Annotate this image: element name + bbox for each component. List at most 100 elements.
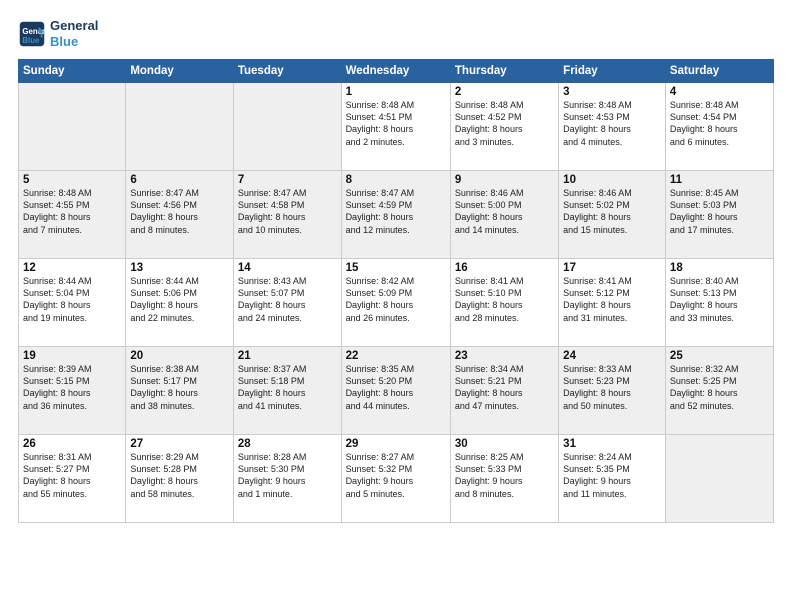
calendar-cell: 29Sunrise: 8:27 AM Sunset: 5:32 PM Dayli… [341,435,450,523]
day-info: Sunrise: 8:47 AM Sunset: 4:58 PM Dayligh… [238,187,337,236]
day-info: Sunrise: 8:34 AM Sunset: 5:21 PM Dayligh… [455,363,554,412]
day-number: 19 [23,350,121,362]
page: General Blue General Blue SundayMondayTu… [0,0,792,612]
day-info: Sunrise: 8:41 AM Sunset: 5:12 PM Dayligh… [563,275,661,324]
calendar-cell [233,83,341,171]
weekday-header-row: SundayMondayTuesdayWednesdayThursdayFrid… [19,60,774,83]
day-number: 13 [130,262,229,274]
day-number: 29 [346,438,446,450]
weekday-tuesday: Tuesday [233,60,341,83]
day-number: 24 [563,350,661,362]
calendar-cell: 30Sunrise: 8:25 AM Sunset: 5:33 PM Dayli… [450,435,558,523]
day-info: Sunrise: 8:37 AM Sunset: 5:18 PM Dayligh… [238,363,337,412]
day-info: Sunrise: 8:32 AM Sunset: 5:25 PM Dayligh… [670,363,769,412]
day-number: 11 [670,174,769,186]
calendar-week-3: 12Sunrise: 8:44 AM Sunset: 5:04 PM Dayli… [19,259,774,347]
calendar-cell: 1Sunrise: 8:48 AM Sunset: 4:51 PM Daylig… [341,83,450,171]
day-number: 21 [238,350,337,362]
day-number: 18 [670,262,769,274]
day-number: 5 [23,174,121,186]
svg-text:Blue: Blue [22,35,40,44]
day-info: Sunrise: 8:24 AM Sunset: 5:35 PM Dayligh… [563,451,661,500]
calendar-table: SundayMondayTuesdayWednesdayThursdayFrid… [18,59,774,523]
calendar-cell: 31Sunrise: 8:24 AM Sunset: 5:35 PM Dayli… [559,435,666,523]
calendar-cell: 7Sunrise: 8:47 AM Sunset: 4:58 PM Daylig… [233,171,341,259]
calendar-cell: 5Sunrise: 8:48 AM Sunset: 4:55 PM Daylig… [19,171,126,259]
calendar-cell: 13Sunrise: 8:44 AM Sunset: 5:06 PM Dayli… [126,259,234,347]
calendar-cell: 11Sunrise: 8:45 AM Sunset: 5:03 PM Dayli… [665,171,773,259]
day-number: 7 [238,174,337,186]
day-info: Sunrise: 8:48 AM Sunset: 4:52 PM Dayligh… [455,99,554,148]
day-number: 9 [455,174,554,186]
day-info: Sunrise: 8:29 AM Sunset: 5:28 PM Dayligh… [130,451,229,500]
day-info: Sunrise: 8:31 AM Sunset: 5:27 PM Dayligh… [23,451,121,500]
day-info: Sunrise: 8:41 AM Sunset: 5:10 PM Dayligh… [455,275,554,324]
day-info: Sunrise: 8:48 AM Sunset: 4:53 PM Dayligh… [563,99,661,148]
logo: General Blue General Blue [18,18,98,49]
day-number: 3 [563,86,661,98]
weekday-thursday: Thursday [450,60,558,83]
day-info: Sunrise: 8:47 AM Sunset: 4:59 PM Dayligh… [346,187,446,236]
day-info: Sunrise: 8:48 AM Sunset: 4:55 PM Dayligh… [23,187,121,236]
calendar-cell: 26Sunrise: 8:31 AM Sunset: 5:27 PM Dayli… [19,435,126,523]
weekday-saturday: Saturday [665,60,773,83]
calendar-week-1: 1Sunrise: 8:48 AM Sunset: 4:51 PM Daylig… [19,83,774,171]
calendar-cell: 15Sunrise: 8:42 AM Sunset: 5:09 PM Dayli… [341,259,450,347]
day-number: 15 [346,262,446,274]
calendar-cell: 23Sunrise: 8:34 AM Sunset: 5:21 PM Dayli… [450,347,558,435]
day-number: 25 [670,350,769,362]
day-info: Sunrise: 8:27 AM Sunset: 5:32 PM Dayligh… [346,451,446,500]
day-number: 14 [238,262,337,274]
day-info: Sunrise: 8:28 AM Sunset: 5:30 PM Dayligh… [238,451,337,500]
day-info: Sunrise: 8:46 AM Sunset: 5:02 PM Dayligh… [563,187,661,236]
calendar-cell [126,83,234,171]
day-info: Sunrise: 8:35 AM Sunset: 5:20 PM Dayligh… [346,363,446,412]
day-info: Sunrise: 8:43 AM Sunset: 5:07 PM Dayligh… [238,275,337,324]
logo-icon: General Blue [18,20,46,48]
day-info: Sunrise: 8:46 AM Sunset: 5:00 PM Dayligh… [455,187,554,236]
calendar-cell: 20Sunrise: 8:38 AM Sunset: 5:17 PM Dayli… [126,347,234,435]
calendar-cell: 25Sunrise: 8:32 AM Sunset: 5:25 PM Dayli… [665,347,773,435]
weekday-monday: Monday [126,60,234,83]
day-info: Sunrise: 8:44 AM Sunset: 5:06 PM Dayligh… [130,275,229,324]
calendar-cell: 8Sunrise: 8:47 AM Sunset: 4:59 PM Daylig… [341,171,450,259]
day-number: 22 [346,350,446,362]
day-number: 8 [346,174,446,186]
day-number: 2 [455,86,554,98]
weekday-wednesday: Wednesday [341,60,450,83]
calendar-cell [665,435,773,523]
calendar-cell: 22Sunrise: 8:35 AM Sunset: 5:20 PM Dayli… [341,347,450,435]
calendar-cell: 9Sunrise: 8:46 AM Sunset: 5:00 PM Daylig… [450,171,558,259]
calendar-cell: 16Sunrise: 8:41 AM Sunset: 5:10 PM Dayli… [450,259,558,347]
calendar-cell: 19Sunrise: 8:39 AM Sunset: 5:15 PM Dayli… [19,347,126,435]
day-info: Sunrise: 8:39 AM Sunset: 5:15 PM Dayligh… [23,363,121,412]
calendar-cell: 27Sunrise: 8:29 AM Sunset: 5:28 PM Dayli… [126,435,234,523]
day-info: Sunrise: 8:40 AM Sunset: 5:13 PM Dayligh… [670,275,769,324]
day-number: 10 [563,174,661,186]
calendar-cell: 2Sunrise: 8:48 AM Sunset: 4:52 PM Daylig… [450,83,558,171]
day-number: 1 [346,86,446,98]
calendar-cell: 3Sunrise: 8:48 AM Sunset: 4:53 PM Daylig… [559,83,666,171]
calendar-cell: 12Sunrise: 8:44 AM Sunset: 5:04 PM Dayli… [19,259,126,347]
day-info: Sunrise: 8:25 AM Sunset: 5:33 PM Dayligh… [455,451,554,500]
weekday-friday: Friday [559,60,666,83]
day-number: 16 [455,262,554,274]
calendar-cell: 4Sunrise: 8:48 AM Sunset: 4:54 PM Daylig… [665,83,773,171]
day-number: 17 [563,262,661,274]
day-number: 27 [130,438,229,450]
logo-general: General [50,18,98,34]
day-info: Sunrise: 8:48 AM Sunset: 4:54 PM Dayligh… [670,99,769,148]
day-number: 4 [670,86,769,98]
day-info: Sunrise: 8:38 AM Sunset: 5:17 PM Dayligh… [130,363,229,412]
calendar-cell: 6Sunrise: 8:47 AM Sunset: 4:56 PM Daylig… [126,171,234,259]
day-number: 20 [130,350,229,362]
calendar-week-5: 26Sunrise: 8:31 AM Sunset: 5:27 PM Dayli… [19,435,774,523]
calendar-cell: 14Sunrise: 8:43 AM Sunset: 5:07 PM Dayli… [233,259,341,347]
calendar-cell: 21Sunrise: 8:37 AM Sunset: 5:18 PM Dayli… [233,347,341,435]
day-number: 12 [23,262,121,274]
header: General Blue General Blue [18,18,774,49]
day-number: 6 [130,174,229,186]
day-info: Sunrise: 8:48 AM Sunset: 4:51 PM Dayligh… [346,99,446,148]
calendar-cell: 24Sunrise: 8:33 AM Sunset: 5:23 PM Dayli… [559,347,666,435]
calendar-cell [19,83,126,171]
